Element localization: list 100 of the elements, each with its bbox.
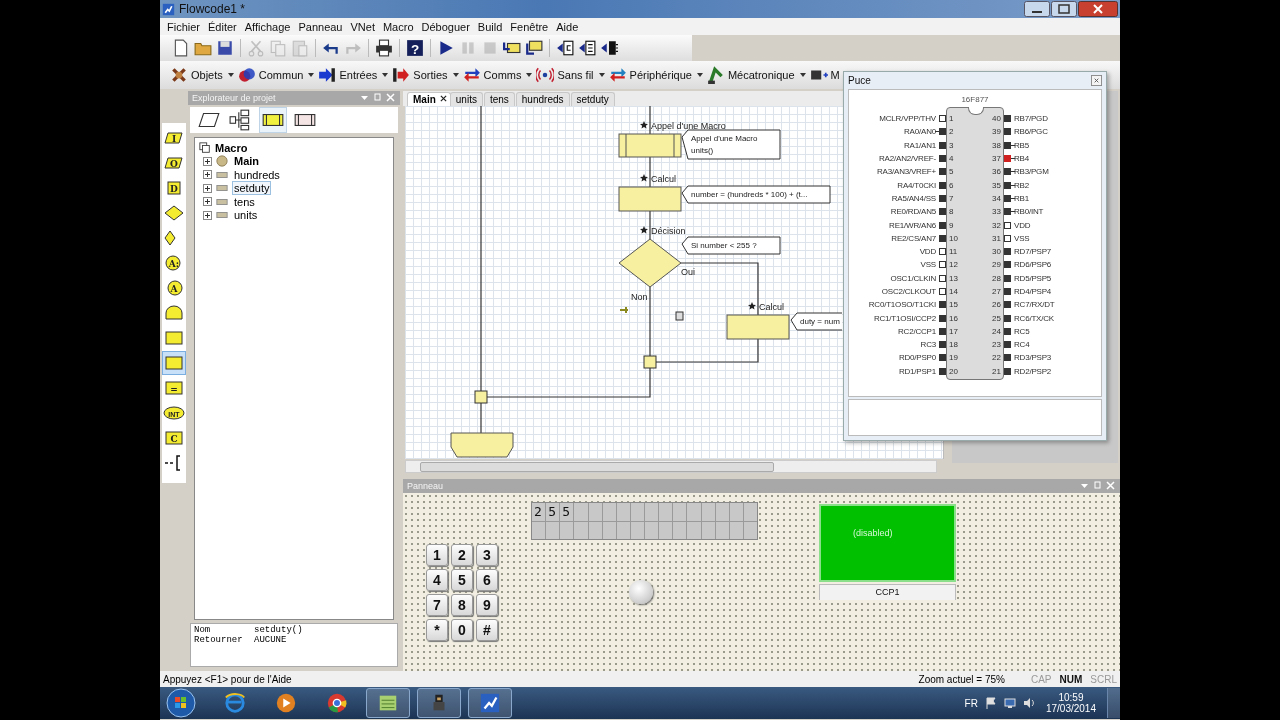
pin[interactable] [939, 208, 946, 216]
start-button[interactable] [166, 688, 196, 718]
pin[interactable] [939, 314, 946, 322]
caret-icon[interactable] [799, 73, 806, 77]
language-indicator[interactable]: FR [964, 697, 978, 709]
save-icon[interactable] [216, 39, 234, 57]
antenna-icon[interactable] [536, 66, 555, 84]
tree-item[interactable]: tens [232, 194, 257, 209]
category-dropdown[interactable]: Sans fil [557, 69, 594, 81]
calculation-node[interactable] [726, 314, 790, 340]
category-dropdown[interactable]: Sorties [413, 69, 448, 81]
pin[interactable] [1004, 181, 1015, 189]
menu-item[interactable]: Fenêtre [506, 20, 553, 33]
pin[interactable] [1004, 301, 1011, 309]
pin[interactable] [1004, 367, 1011, 375]
close-icon[interactable] [439, 95, 447, 102]
tree-item[interactable]: setduty [232, 181, 272, 196]
category-dropdown[interactable]: Objets [191, 69, 223, 81]
keypad-key[interactable]: 8 [451, 594, 473, 616]
pin[interactable] [1004, 155, 1015, 163]
new-file-icon[interactable] [172, 39, 190, 57]
pin[interactable] [939, 155, 946, 163]
pin[interactable] [1004, 221, 1011, 229]
pin[interactable] [1004, 128, 1011, 136]
scrollbar-thumb[interactable] [420, 462, 774, 472]
horizontal-scrollbar[interactable] [405, 460, 937, 473]
caret-icon[interactable] [227, 73, 234, 77]
network-icon[interactable] [1003, 697, 1016, 709]
menu-item[interactable]: Éditer [204, 20, 241, 33]
keypad-key[interactable]: 3 [476, 544, 498, 566]
menu-item[interactable]: Déboguer [417, 20, 474, 33]
minimize-button[interactable] [1024, 1, 1050, 17]
caret-icon[interactable] [696, 73, 703, 77]
pin[interactable] [939, 288, 946, 295]
keypad-key[interactable]: 6 [476, 569, 498, 591]
tab[interactable]: setduty [570, 91, 615, 106]
chip-icon[interactable] [578, 39, 596, 57]
keypad-key[interactable]: 0 [451, 619, 473, 641]
close-button[interactable] [1091, 75, 1102, 86]
taskbar-button[interactable] [468, 688, 512, 718]
pin[interactable] [939, 274, 946, 282]
keypad-key[interactable]: * [426, 619, 448, 641]
chip-c-icon[interactable] [556, 39, 574, 57]
output-arrow-icon[interactable] [392, 66, 411, 84]
printer-icon[interactable] [375, 39, 393, 57]
pin[interactable] [939, 341, 946, 349]
menu-item[interactable]: Panneau [294, 20, 347, 33]
category-dropdown[interactable]: Comms [483, 69, 522, 81]
pin[interactable] [939, 248, 946, 256]
menu-item[interactable]: Aide [552, 20, 583, 33]
clock-time[interactable]: 10:59 [1058, 692, 1084, 703]
step-over-icon[interactable] [525, 39, 543, 57]
menu-item[interactable]: Build [473, 20, 507, 33]
tab[interactable]: units [449, 91, 483, 106]
pin[interactable] [1004, 341, 1011, 349]
keypad-key[interactable]: 5 [451, 569, 473, 591]
robot-arm-icon[interactable] [706, 66, 725, 84]
calculation-node[interactable] [618, 186, 682, 212]
macro-call-node[interactable] [618, 133, 682, 158]
push-button[interactable] [629, 580, 653, 604]
input-arrow-icon[interactable] [318, 66, 337, 84]
pin[interactable] [1004, 208, 1015, 216]
exchange-icon[interactable] [462, 66, 481, 84]
play-icon[interactable] [437, 39, 455, 57]
pin[interactable] [935, 128, 946, 136]
menu-item[interactable]: Affichage [240, 20, 295, 33]
pin[interactable] [1004, 248, 1011, 256]
expand-icon[interactable] [203, 170, 212, 180]
pin[interactable] [939, 168, 946, 176]
category-dropdown[interactable]: M [830, 69, 840, 81]
volume-icon[interactable] [1022, 697, 1035, 709]
pin[interactable] [1004, 327, 1011, 335]
pin[interactable] [1004, 234, 1011, 242]
pin[interactable] [939, 354, 946, 362]
pin[interactable] [939, 221, 946, 229]
tab[interactable]: tens [483, 91, 515, 106]
pin[interactable] [1004, 168, 1015, 176]
macro-block-icon[interactable] [260, 108, 286, 132]
pin[interactable] [1004, 194, 1015, 202]
component-macro-icon[interactable] [163, 352, 185, 374]
pin[interactable] [939, 194, 946, 202]
chip-icon[interactable] [600, 39, 618, 57]
tools-icon[interactable] [170, 66, 188, 84]
menu-item[interactable]: Fichier [163, 20, 204, 33]
caret-icon[interactable] [308, 73, 315, 77]
keypad-key[interactable]: # [476, 619, 498, 641]
end-node[interactable] [450, 432, 514, 458]
keypad-key[interactable]: 2 [451, 544, 473, 566]
caret-icon[interactable] [452, 73, 459, 77]
pin[interactable] [1004, 274, 1011, 282]
decision-node[interactable] [618, 238, 682, 288]
menu-item[interactable]: VNet [346, 20, 379, 33]
category-dropdown[interactable]: Mécatronique [727, 69, 795, 81]
caret-icon[interactable] [382, 73, 389, 77]
caret-icon[interactable] [598, 73, 605, 77]
pin[interactable] [939, 115, 946, 123]
clock-date[interactable]: 17/03/2014 [1045, 703, 1096, 714]
pin[interactable] [939, 181, 946, 189]
flag-icon[interactable] [984, 697, 997, 709]
pin[interactable] [1004, 314, 1011, 322]
